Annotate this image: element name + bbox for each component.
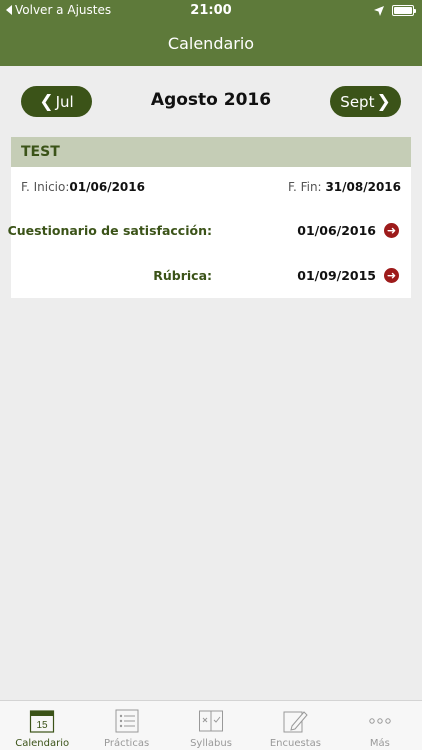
book-icon xyxy=(199,710,224,732)
tab-label: Prácticas xyxy=(104,738,150,749)
activity-name: Cuestionario de satisfacción: xyxy=(7,223,212,238)
course-card: TEST F. Inicio:01/06/2016 F. Fin: 31/08/… xyxy=(7,137,411,298)
location-icon xyxy=(374,5,384,16)
tab-encuestas[interactable]: Encuestas xyxy=(253,701,337,750)
course-title: TEST xyxy=(11,137,411,167)
start-date-value: 01/06/2016 xyxy=(69,180,145,194)
end-date-value: 31/08/2016 xyxy=(325,180,401,194)
arrow-right-circle-icon[interactable]: ➜ xyxy=(384,223,399,238)
tab-mas[interactable]: Más xyxy=(338,701,422,750)
status-bar: Volver a Ajustes 21:00 xyxy=(0,0,422,22)
tab-label: Syllabus xyxy=(190,738,232,749)
activity-date: 01/06/2016 xyxy=(297,223,376,238)
next-month-button[interactable]: Sept ❯ xyxy=(330,86,401,117)
battery-icon xyxy=(392,5,416,16)
next-month-label: Sept xyxy=(340,92,375,111)
tab-syllabus[interactable]: Syllabus xyxy=(169,701,253,750)
nav-header: Volver a Ajustes 21:00 Calendario xyxy=(0,0,422,66)
page-title: Calendario xyxy=(167,34,255,53)
chevron-right-icon: ❯ xyxy=(376,91,391,112)
list-icon xyxy=(115,709,139,733)
activity-row[interactable]: Cuestionario de satisfacción: 01/06/2016… xyxy=(7,223,411,241)
tab-bar: 15 Calendario Prácticas Syllabus Encuest… xyxy=(0,700,422,750)
tab-label: Más xyxy=(369,738,390,749)
more-icon xyxy=(369,718,391,724)
start-date: F. Inicio:01/06/2016 xyxy=(21,180,145,194)
activity-name: Rúbrica: xyxy=(153,268,212,283)
tab-label: Calendario xyxy=(15,738,70,749)
month-navigation: ❮ Jul Agosto 2016 Sept ❯ xyxy=(0,86,422,117)
activity-date: 01/09/2015 xyxy=(297,268,376,283)
tab-label: Encuestas xyxy=(269,738,321,749)
tab-calendario[interactable]: 15 Calendario xyxy=(0,701,84,750)
pencil-icon xyxy=(283,711,309,733)
start-date-label: F. Inicio: xyxy=(21,180,70,194)
end-date-label: F. Fin: xyxy=(287,180,322,194)
calendar-icon-day: 15 xyxy=(37,720,49,731)
calendar-icon: 15 xyxy=(30,710,55,733)
status-indicators xyxy=(374,5,416,16)
activity-row[interactable]: Rúbrica: 01/09/2015 ➜ xyxy=(11,268,411,286)
status-time: 21:00 xyxy=(190,3,232,18)
arrow-right-circle-icon[interactable]: ➜ xyxy=(384,268,399,283)
tab-practicas[interactable]: Prácticas xyxy=(84,701,168,750)
end-date: F. Fin: 31/08/2016 xyxy=(288,180,401,194)
